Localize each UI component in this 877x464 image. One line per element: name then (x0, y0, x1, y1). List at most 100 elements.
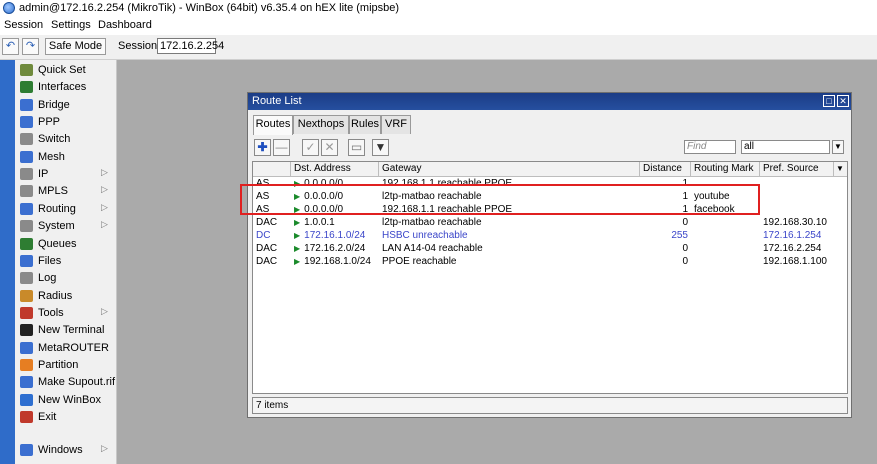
col-pref-source[interactable]: Pref. Source (760, 162, 834, 176)
tab-rules[interactable]: Rules (349, 115, 381, 134)
sidebar-item-label: MPLS (38, 185, 68, 198)
chevron-down-icon: ▼ (834, 142, 842, 151)
quick-set-icon (20, 64, 33, 76)
undo-icon: ↶ (5, 40, 16, 52)
find-input[interactable]: Find (684, 140, 736, 154)
enable-button[interactable]: ✓ (302, 139, 319, 156)
route-arrow-icon: ▶ (294, 244, 301, 253)
columns-menu-button[interactable]: ▼ (834, 162, 847, 176)
sidebar-item-routing[interactable]: Routing ▷ (15, 201, 116, 218)
menu-session[interactable]: Session (4, 19, 43, 31)
sidebar-item-label: Bridge (38, 98, 70, 111)
submenu-arrow-icon: ▷ (101, 443, 108, 453)
cell-distance: 255 (671, 230, 688, 241)
add-button[interactable]: ✚ (254, 139, 271, 156)
dst-address-text: 172.16.2.0/24 (304, 243, 366, 254)
partition-icon (20, 358, 33, 371)
restore-icon: □ (826, 96, 832, 106)
table-row[interactable]: DAC ▶ 172.16.2.0/24 LAN A14-04 reachable 0 17… (253, 242, 847, 255)
sidebar-item-new-winbox[interactable]: New WinBox (15, 392, 116, 409)
redo-button[interactable]: ↷ (22, 38, 39, 55)
submenu-arrow-icon: ▷ (101, 305, 108, 316)
sidebar-item-quick-set[interactable]: Quick Set (15, 62, 116, 79)
sidebar-item-make-supout-rif[interactable]: Make Supout.rif (15, 374, 116, 391)
route-list-title-bar[interactable]: Route List □ ✕ (248, 93, 851, 110)
files-icon (20, 254, 33, 267)
chevron-down-icon: ▼ (836, 164, 844, 173)
table-header: Dst. Address Gateway Distance Routing Ma… (253, 162, 847, 177)
table-row[interactable]: DAC ▶ 192.168.1.0/24 PPOE reachable 0 192.168… (253, 255, 847, 268)
remove-button[interactable]: — (273, 139, 290, 156)
switch-icon (20, 133, 33, 146)
sidebar-item-ppp[interactable]: PPP (15, 114, 116, 131)
sidebar-item-metarouter[interactable]: MetaROUTER (15, 340, 116, 357)
check-icon: ✓ (305, 140, 316, 154)
cell-pref: 172.16.2.254 (763, 243, 822, 254)
sidebar-item-radius[interactable]: Radius (15, 288, 116, 305)
sidebar-item-switch[interactable]: Switch (15, 131, 116, 148)
cell-distance: 0 (682, 256, 688, 267)
radius-icon (20, 289, 33, 302)
mpls-icon (20, 185, 33, 198)
sidebar-item-queues[interactable]: Queues (15, 236, 116, 253)
app-title: admin@172.16.2.254 (MikroTik) - WinBox (… (19, 2, 400, 14)
comment-icon: ▭ (350, 140, 363, 154)
sidebar-item-label: Mesh (38, 150, 65, 163)
sidebar-item-tools[interactable]: Tools ▷ (15, 305, 116, 322)
sidebar-item-log[interactable]: Log (15, 270, 116, 287)
sidebar-item-files[interactable]: Files (15, 253, 116, 270)
sidebar-item-label: New WinBox (38, 393, 101, 406)
tab-vrf[interactable]: VRF (381, 115, 411, 134)
route-list-title: Route List (252, 95, 302, 107)
sidebar-item-new-terminal[interactable]: New Terminal (15, 322, 116, 339)
col-flags[interactable] (253, 162, 291, 176)
filter-select[interactable]: all (741, 140, 830, 154)
highlight-box (240, 184, 760, 215)
cell-dst-address: ▶ 172.16.2.0/24 (294, 242, 365, 255)
sidebar-item-label: Exit (38, 411, 57, 423)
comment-button[interactable]: ▭ (348, 139, 365, 156)
restore-button[interactable]: □ (823, 95, 835, 107)
menu-bar: Session Settings Dashboard (0, 17, 877, 35)
col-dst-address[interactable]: Dst. Address (291, 162, 379, 176)
ip-icon (20, 168, 33, 181)
sidebar-item-interfaces[interactable]: Interfaces (15, 79, 116, 96)
sidebar-item-windows[interactable]: Windows ▷ (15, 442, 116, 459)
menu-dashboard[interactable]: Dashboard (98, 19, 152, 31)
col-routing-mark[interactable]: Routing Mark (691, 162, 760, 176)
sidebar-item-mpls[interactable]: MPLS ▷ (15, 183, 116, 200)
sidebar-item-mesh[interactable]: Mesh (15, 149, 116, 166)
close-button[interactable]: ✕ (837, 95, 849, 107)
filter-dropdown-button[interactable]: ▼ (832, 140, 844, 154)
undo-button[interactable]: ↶ (2, 38, 19, 55)
sidebar-item-exit[interactable]: Exit (15, 409, 116, 426)
left-brand-strip (0, 60, 15, 464)
disable-button[interactable]: ✕ (321, 139, 338, 156)
menu-settings[interactable]: Settings (51, 19, 91, 31)
table-row[interactable]: DC ▶ 172.16.1.0/24 HSBC unreachable 255 172.1… (253, 229, 847, 242)
col-gateway[interactable]: Gateway (379, 162, 640, 176)
route-arrow-icon: ▶ (294, 257, 301, 266)
tools-icon (20, 306, 33, 319)
sidebar-item-label: Routing (38, 202, 76, 215)
routing-icon (20, 202, 33, 215)
dst-address-text: 1.0.0.1 (304, 217, 335, 228)
sidebar-item-label: New Terminal (38, 324, 105, 337)
col-distance[interactable]: Distance (640, 162, 691, 176)
tab-routes[interactable]: Routes (253, 115, 293, 135)
plus-icon: ✚ (257, 140, 268, 154)
filter-button[interactable]: ▼ (372, 139, 389, 156)
session-field[interactable]: 172.16.2.254 (157, 38, 224, 54)
sidebar-item-system[interactable]: System ▷ (15, 218, 116, 235)
tab-nexthops[interactable]: Nexthops (293, 115, 349, 134)
safe-mode-button[interactable]: Safe Mode (45, 38, 106, 55)
filter-icon: ▼ (374, 140, 387, 154)
sidebar-item-partition[interactable]: Partition (15, 357, 116, 374)
cell-pref: 192.168.1.100 (763, 256, 827, 267)
cell-dst-address: ▶ 1.0.0.1 (294, 216, 335, 229)
cell-gateway: HSBC unreachable (382, 230, 468, 241)
table-row[interactable]: DAC ▶ 1.0.0.1 l2tp-matbao reachable 0 192.168… (253, 216, 847, 229)
sidebar-item-bridge[interactable]: Bridge (15, 97, 116, 114)
sidebar-item-ip[interactable]: IP ▷ (15, 166, 116, 183)
cell-flags: DAC (256, 217, 278, 228)
